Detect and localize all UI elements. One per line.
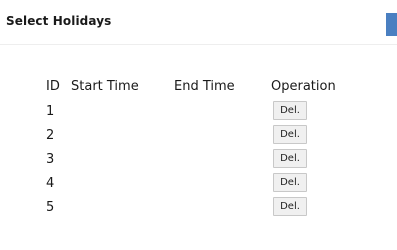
column-header-id: ID — [46, 79, 60, 94]
delete-button[interactable]: Del. — [273, 101, 307, 120]
row-id: 3 — [46, 152, 55, 167]
holidays-table: ID Start Time End Time Operation 1 Del. … — [0, 76, 397, 220]
table-header-row: ID Start Time End Time Operation — [0, 76, 397, 100]
row-id: 4 — [46, 176, 55, 191]
divider — [0, 44, 397, 45]
delete-button[interactable]: Del. — [273, 173, 307, 192]
page-title: Select Holidays — [6, 14, 112, 28]
row-id: 1 — [46, 104, 55, 119]
delete-button[interactable]: Del. — [273, 149, 307, 168]
holidays-dialog: Select Holidays ID Start Time End Time O… — [0, 0, 397, 250]
delete-button[interactable]: Del. — [273, 125, 307, 144]
table-row: 4 Del. — [0, 172, 397, 196]
table-row: 3 Del. — [0, 148, 397, 172]
table-row: 5 Del. — [0, 196, 397, 220]
table-row: 1 Del. — [0, 100, 397, 124]
row-id: 5 — [46, 200, 55, 215]
column-header-operation: Operation — [271, 79, 336, 94]
row-id: 2 — [46, 128, 55, 143]
column-header-start-time: Start Time — [71, 79, 139, 94]
accent-bar — [386, 13, 397, 36]
table-row: 2 Del. — [0, 124, 397, 148]
delete-button[interactable]: Del. — [273, 197, 307, 216]
column-header-end-time: End Time — [174, 79, 235, 94]
